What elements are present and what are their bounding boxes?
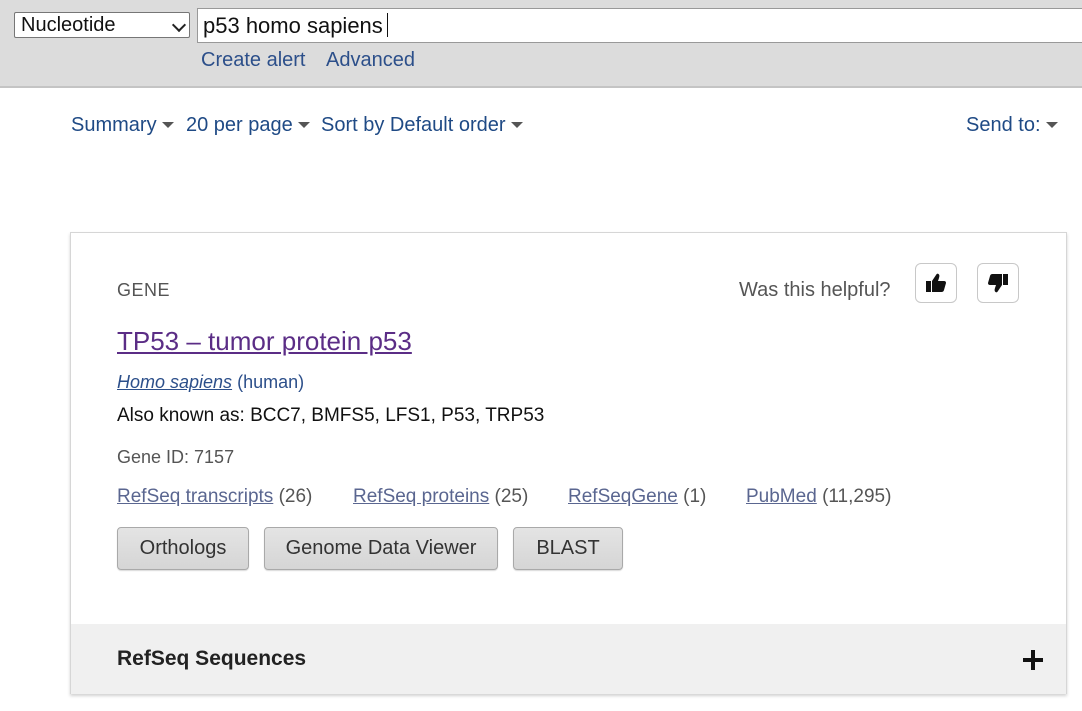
- also-known-as: Also known as: BCC7, BMFS5, LFS1, P53, T…: [117, 405, 545, 426]
- organism: Homo sapiens (human): [117, 372, 304, 393]
- per-page-dropdown-label: 20 per page: [186, 114, 293, 136]
- refseq-transcripts-count: (26): [278, 486, 313, 507]
- format-dropdown[interactable]: Summary: [71, 114, 174, 137]
- refseqgene-count: (1): [683, 486, 707, 507]
- refseq-proteins-count: (25): [494, 486, 529, 507]
- refseqgene-item: RefSeqGene (1): [568, 486, 706, 508]
- pubmed-link[interactable]: PubMed: [746, 486, 817, 507]
- caret-down-icon: [161, 122, 174, 128]
- advanced-search-link[interactable]: Advanced: [326, 49, 415, 72]
- thumbs-down-button[interactable]: [977, 263, 1019, 303]
- pubmed-item: PubMed (11,295): [746, 486, 891, 508]
- thumbs-up-button[interactable]: [915, 263, 957, 303]
- helpful-question: Was this helpful?: [739, 279, 891, 301]
- thumbs-down-icon: [988, 274, 1008, 293]
- refseq-transcripts-link[interactable]: RefSeq transcripts: [117, 486, 273, 507]
- caret-down-icon: [297, 122, 310, 128]
- organism-common-link[interactable]: (human): [237, 372, 304, 392]
- search-bar: Nucleotide p53 homo sapiens Create alert…: [0, 0, 1082, 88]
- sort-dropdown-label: Sort by Default order: [321, 114, 506, 136]
- pubmed-count: (11,295): [822, 486, 892, 507]
- search-input[interactable]: p53 homo sapiens: [197, 8, 1082, 43]
- caret-down-icon: [510, 122, 523, 128]
- search-query-text: p53 homo sapiens: [203, 13, 383, 38]
- send-to-label: Send to:: [966, 114, 1041, 136]
- database-select[interactable]: Nucleotide: [14, 12, 190, 38]
- refseq-sequences-title: RefSeq Sequences: [117, 647, 307, 670]
- refseq-sequences-section[interactable]: RefSeq Sequences: [71, 624, 1066, 694]
- sort-dropdown[interactable]: Sort by Default order: [321, 114, 523, 137]
- organism-scientific-link[interactable]: Homo sapiens: [117, 372, 232, 392]
- refseq-proteins-link[interactable]: RefSeq proteins: [353, 486, 489, 507]
- gene-id: Gene ID: 7157: [117, 447, 235, 467]
- refseqgene-link[interactable]: RefSeqGene: [568, 486, 678, 507]
- format-dropdown-label: Summary: [71, 114, 157, 136]
- gene-title-link[interactable]: TP53 – tumor protein p53: [117, 326, 412, 357]
- caret-down-icon: [1045, 122, 1058, 128]
- text-cursor: [386, 13, 388, 37]
- orthologs-button[interactable]: Orthologs: [117, 527, 249, 570]
- section-label: GENE: [117, 280, 171, 300]
- send-to-dropdown[interactable]: Send to:: [966, 114, 1058, 137]
- plus-icon[interactable]: [1023, 650, 1043, 670]
- refseq-proteins-item: RefSeq proteins (25): [353, 486, 528, 508]
- blast-button[interactable]: BLAST: [513, 527, 623, 570]
- genome-data-viewer-button[interactable]: Genome Data Viewer: [264, 527, 498, 570]
- database-select-value: Nucleotide: [21, 14, 116, 36]
- chevron-down-icon: [171, 17, 187, 33]
- create-alert-link[interactable]: Create alert: [201, 49, 306, 72]
- gene-sensor-card: GENE Was this helpful? TP53 – tumor prot…: [70, 232, 1067, 694]
- per-page-dropdown[interactable]: 20 per page: [186, 114, 310, 137]
- refseq-transcripts-item: RefSeq transcripts (26): [117, 486, 312, 508]
- thumbs-up-icon: [926, 273, 946, 292]
